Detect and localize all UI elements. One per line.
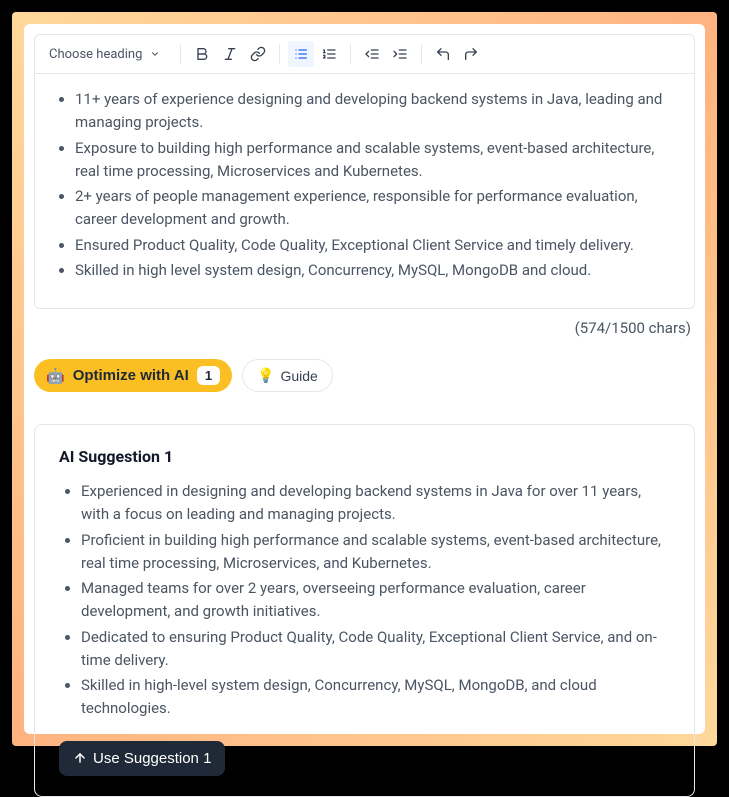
italic-button[interactable] [217, 41, 243, 67]
char-count: (574/1500 chars) [34, 309, 695, 341]
ai-suggestion-card: AI Suggestion 1 Experienced in designing… [34, 424, 695, 797]
list-item: Skilled in high level system design, Con… [75, 259, 676, 282]
chevron-down-icon [150, 49, 160, 59]
use-suggestion-button[interactable]: Use Suggestion 1 [59, 741, 225, 776]
ai-suggestion-title: AI Suggestion 1 [59, 447, 670, 466]
toolbar-divider [421, 44, 422, 64]
optimize-with-ai-button[interactable]: 🤖 Optimize with AI 1 [34, 359, 232, 392]
guide-label: Guide [280, 368, 317, 384]
outdent-button[interactable] [359, 41, 385, 67]
action-row: 🤖 Optimize with AI 1 💡 Guide [34, 359, 695, 392]
optimize-label: Optimize with AI [73, 367, 189, 384]
list-item: Experienced in designing and developing … [81, 480, 670, 527]
editor-box: Choose heading 11+ years of ex [34, 34, 695, 309]
list-item: Ensured Product Quality, Code Quality, E… [75, 234, 676, 257]
list-item: Proficient in building high performance … [81, 529, 670, 576]
heading-select-label: Choose heading [49, 47, 142, 62]
undo-button[interactable] [430, 41, 456, 67]
editor-content[interactable]: 11+ years of experience designing and de… [35, 74, 694, 308]
inner-panel: Choose heading 11+ years of ex [24, 24, 705, 734]
optimize-badge: 1 [197, 366, 220, 385]
outer-frame: Choose heading 11+ years of ex [12, 12, 717, 746]
list-item: 11+ years of experience designing and de… [75, 88, 676, 135]
guide-button[interactable]: 💡 Guide [242, 359, 333, 392]
toolbar-divider [350, 44, 351, 64]
toolbar-divider [279, 44, 280, 64]
heading-select[interactable]: Choose heading [43, 45, 166, 64]
list-item: Exposure to building high performance an… [75, 137, 676, 184]
bullet-list-button[interactable] [288, 41, 314, 67]
list-item: 2+ years of people management experience… [75, 185, 676, 232]
indent-button[interactable] [387, 41, 413, 67]
numbered-list-button[interactable] [316, 41, 342, 67]
use-suggestion-label: Use Suggestion 1 [93, 750, 211, 767]
list-item: Dedicated to ensuring Product Quality, C… [81, 626, 670, 673]
lightbulb-icon: 💡 [257, 367, 274, 384]
toolbar-divider [180, 44, 181, 64]
robot-icon: 🤖 [46, 367, 65, 385]
arrow-up-icon [73, 751, 87, 765]
editor-toolbar: Choose heading [35, 35, 694, 74]
suggestion-bullet-list: Experienced in designing and developing … [59, 480, 670, 721]
editor-bullet-list: 11+ years of experience designing and de… [53, 88, 676, 282]
link-button[interactable] [245, 41, 271, 67]
redo-button[interactable] [458, 41, 484, 67]
ai-suggestion-content: Experienced in designing and developing … [59, 480, 670, 721]
list-item: Skilled in high-level system design, Con… [81, 674, 670, 721]
bold-button[interactable] [189, 41, 215, 67]
list-item: Managed teams for over 2 years, overseei… [81, 577, 670, 624]
